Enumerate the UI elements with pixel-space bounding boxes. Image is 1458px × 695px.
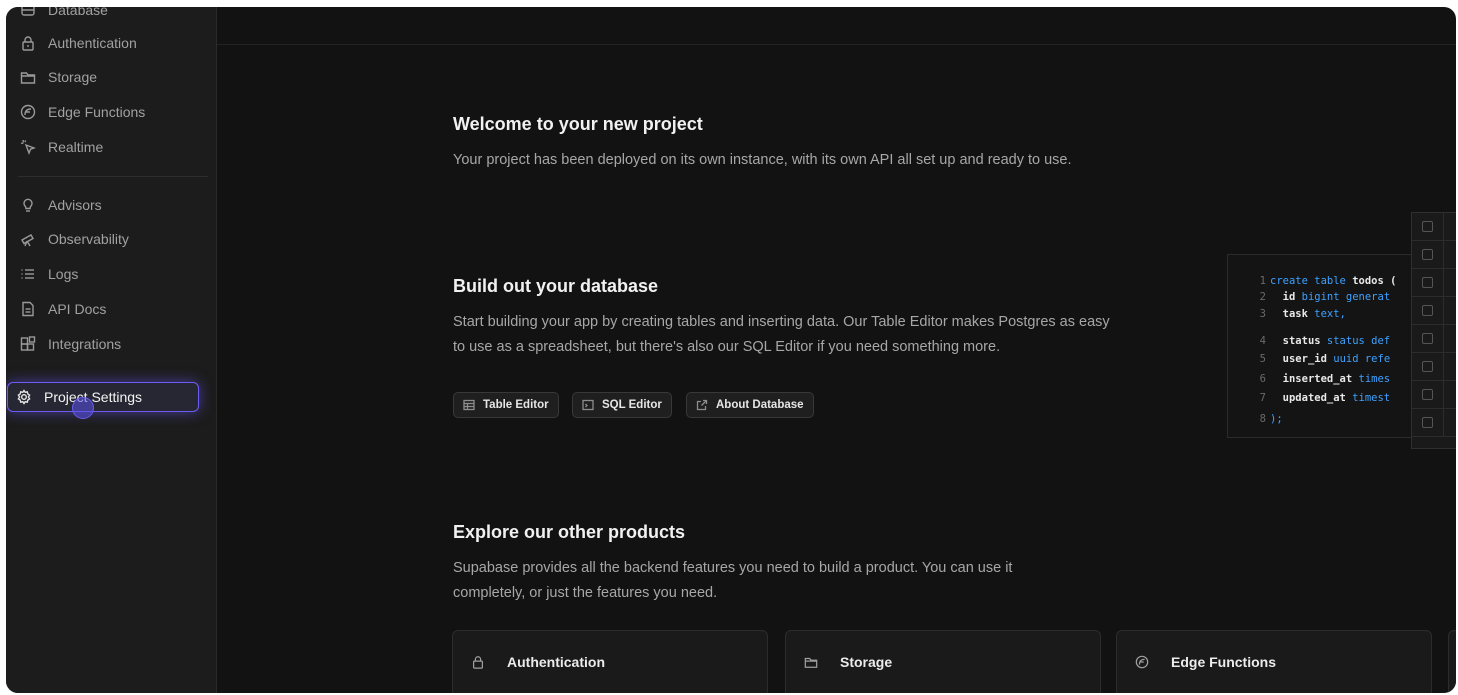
- sidebar-item-observability[interactable]: Observability: [12, 224, 198, 254]
- sidebar-item-integrations[interactable]: Integrations: [12, 329, 198, 359]
- code-line: 7 updated_at timest: [1259, 392, 1391, 404]
- sidebar-item-realtime[interactable]: Realtime: [12, 132, 198, 162]
- product-card-partial[interactable]: [1448, 630, 1456, 693]
- sidebar-item-database[interactable]: Database: [12, 7, 198, 25]
- sidebar-item-authentication[interactable]: Authentication: [12, 28, 198, 58]
- sidebar-item-label: Storage: [48, 69, 98, 85]
- list-icon: [20, 266, 36, 282]
- sidebar-item-logs[interactable]: Logs: [12, 259, 198, 289]
- external-link-icon: [696, 399, 708, 411]
- sidebar-item-label: Logs: [48, 266, 79, 282]
- table-preview: [1411, 212, 1456, 449]
- about-database-label: About Database: [716, 399, 804, 411]
- table-row: [1412, 409, 1456, 437]
- product-card-authentication[interactable]: Authentication: [452, 630, 768, 693]
- sidebar-item-label: Edge Functions: [48, 104, 146, 120]
- file-text-icon: [20, 301, 36, 317]
- sidebar-item-label: Database: [48, 7, 108, 18]
- mouse-cursor-indicator: [72, 397, 94, 419]
- table-row: [1412, 241, 1456, 269]
- sidebar-item-api-docs[interactable]: API Docs: [12, 294, 198, 324]
- lock-icon: [20, 35, 36, 51]
- table-row: [1412, 381, 1456, 409]
- welcome-title: Welcome to your new project: [453, 114, 703, 134]
- database-icon: [20, 7, 36, 18]
- table-row: [1412, 269, 1456, 297]
- database-title: Build out your database: [453, 276, 659, 296]
- database-description-line1: Start building your app by creating tabl…: [453, 314, 1110, 330]
- header-divider: [217, 44, 1456, 45]
- sidebar-item-advisors[interactable]: Advisors: [12, 190, 198, 220]
- sidebar: Database Authentication Storage Edge Fun…: [6, 7, 217, 693]
- terminal-icon: [582, 399, 594, 411]
- product-card-edge-functions[interactable]: Edge Functions: [1116, 630, 1432, 693]
- sidebar-item-label: API Docs: [48, 301, 107, 317]
- card-label: Edge Functions: [1171, 654, 1276, 670]
- sidebar-item-label: Integrations: [48, 336, 122, 352]
- table-editor-label: Table Editor: [483, 399, 549, 411]
- code-line: 2 id bigint generat: [1259, 291, 1391, 303]
- code-line: 5 user_id uuid refe: [1259, 353, 1391, 365]
- sidebar-item-label: Realtime: [48, 139, 104, 155]
- functions-icon: [1135, 655, 1149, 669]
- table-row: [1412, 353, 1456, 381]
- lock-icon: [473, 656, 483, 669]
- products-title: Explore our other products: [453, 522, 686, 542]
- lightbulb-icon: [20, 197, 36, 213]
- database-description-line2: to use as a spreadsheet, but there's als…: [453, 339, 1001, 355]
- sidebar-item-storage[interactable]: Storage: [12, 62, 198, 92]
- code-line: 1 create table todos (: [1259, 275, 1397, 287]
- card-label: Storage: [840, 654, 893, 670]
- sql-editor-label: SQL Editor: [602, 399, 662, 411]
- table-row: [1412, 213, 1456, 241]
- sidebar-item-label: Authentication: [48, 35, 137, 51]
- table-editor-button[interactable]: Table Editor: [453, 392, 559, 418]
- sidebar-item-label: Observability: [48, 231, 129, 247]
- sidebar-item-project-settings[interactable]: Project Settings: [7, 382, 199, 412]
- table-row: [1412, 297, 1456, 325]
- folder-icon: [804, 657, 818, 668]
- welcome-description: Your project has been deployed on its ow…: [453, 152, 1072, 168]
- product-card-storage[interactable]: Storage: [785, 630, 1101, 693]
- sidebar-item-label: Advisors: [48, 197, 102, 213]
- card-label: Authentication: [507, 654, 605, 670]
- telescope-icon: [20, 231, 36, 247]
- code-line: 6 inserted_at times: [1259, 373, 1391, 385]
- code-line: 4 status status def: [1259, 335, 1391, 347]
- folder-icon: [20, 69, 36, 85]
- products-description-line2: completely, or just the features you nee…: [453, 585, 718, 601]
- functions-icon: [20, 104, 36, 120]
- sidebar-divider: [18, 176, 208, 177]
- sql-editor-button[interactable]: SQL Editor: [572, 392, 672, 418]
- code-line: 3 task text,: [1259, 308, 1346, 320]
- table-icon: [463, 399, 475, 411]
- sidebar-item-edge-functions[interactable]: Edge Functions: [12, 97, 198, 127]
- table-row: [1412, 325, 1456, 353]
- blocks-icon: [20, 336, 36, 352]
- gear-icon: [16, 389, 32, 405]
- cursor-click-icon: [20, 139, 36, 155]
- app-window: Database Authentication Storage Edge Fun…: [6, 7, 1456, 693]
- products-description-line1: Supabase provides all the backend featur…: [453, 560, 1013, 576]
- code-line: 8);: [1259, 413, 1283, 425]
- about-database-button[interactable]: About Database: [686, 392, 814, 418]
